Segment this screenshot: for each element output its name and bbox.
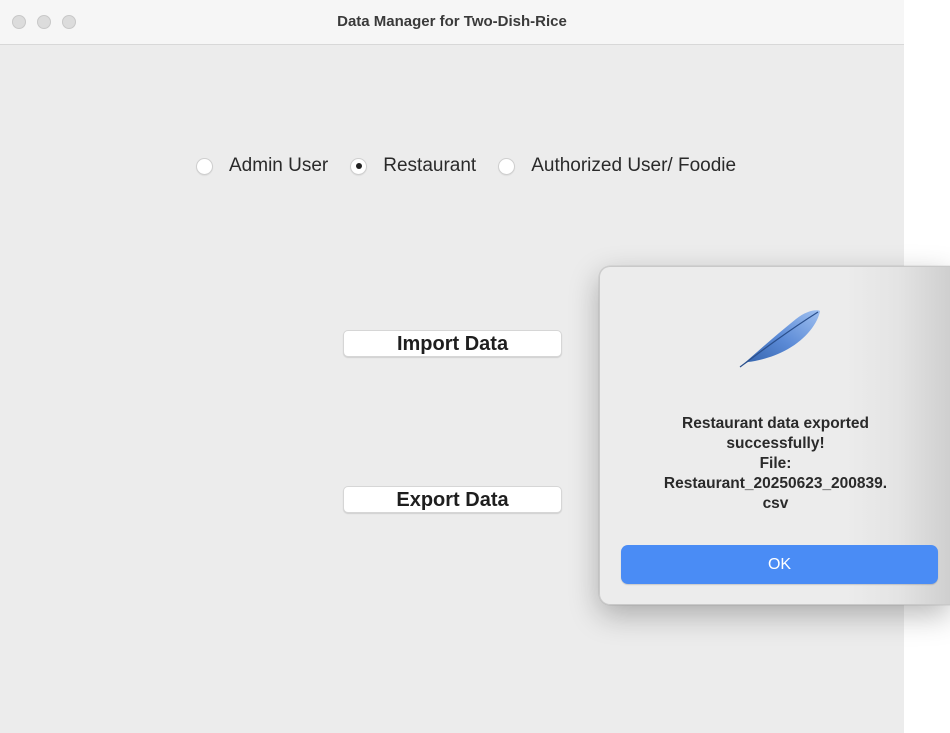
message-line: Restaurant_20250623_200839. (663, 475, 888, 492)
export-success-dialog: Restaurant data exported successfully! F… (599, 266, 950, 605)
dialog-message: Restaurant data exported successfully! F… (600, 414, 950, 514)
title-bar: Data Manager for Two-Dish-Rice (0, 0, 904, 45)
feather-icon (739, 310, 820, 368)
radio-option-admin-user[interactable]: Admin User (196, 155, 328, 177)
radio-label: Restaurant (383, 155, 477, 176)
export-data-button[interactable]: Export Data (343, 486, 562, 513)
radio-option-restaurant[interactable]: Restaurant (350, 155, 476, 177)
radio-button-selected[interactable] (350, 157, 368, 175)
radio-button[interactable] (196, 157, 213, 175)
radio-label: Admin User (229, 155, 329, 176)
window-title: Data Manager for Two-Dish-Rice (337, 13, 567, 30)
user-type-radio-group: Admin User Restaurant Authorized User/ F… (196, 152, 758, 180)
message-line: successfully! (726, 435, 825, 452)
message-line: csv (762, 495, 789, 512)
ok-button[interactable]: OK (621, 545, 938, 584)
radio-button[interactable] (498, 157, 516, 175)
message-line: Restaurant data exported (682, 415, 869, 432)
message-line: File: (759, 455, 792, 472)
import-data-button[interactable]: Import Data (343, 330, 562, 357)
radio-option-authorized-user[interactable]: Authorized User/ Foodie (498, 155, 736, 177)
radio-label: Authorized User/ Foodie (531, 155, 737, 176)
